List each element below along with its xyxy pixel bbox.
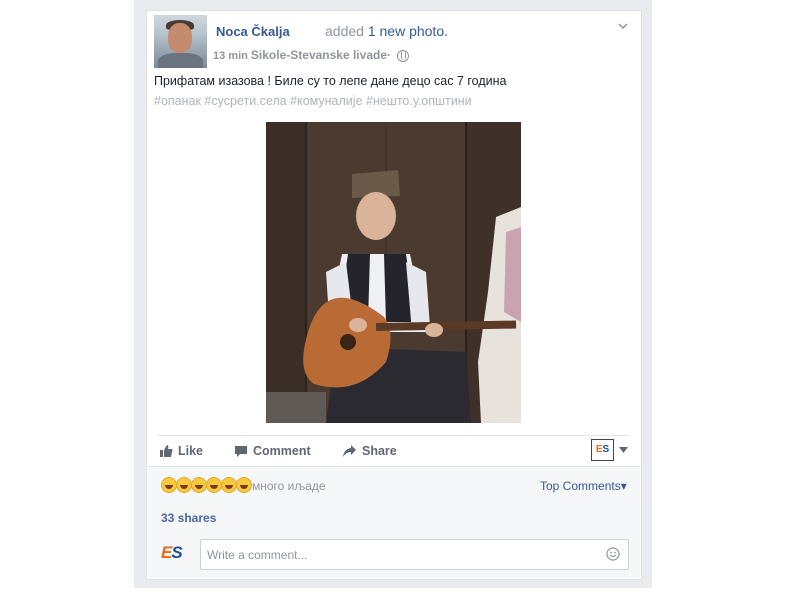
comment-input[interactable]: Write a comment... — [200, 539, 629, 570]
smile-icon[interactable] — [606, 547, 620, 561]
like-icon — [160, 445, 173, 457]
like-button[interactable]: Like — [159, 444, 203, 458]
share-icon — [343, 445, 356, 457]
es-badge-s: S — [602, 444, 610, 455]
photo-illustration — [266, 122, 521, 423]
reactions-row: много иљаде Top Comments▾ — [148, 466, 640, 506]
post-hashtags[interactable]: #опанак #сусрети.села #комуналије #нешто… — [154, 94, 472, 108]
shares-row: 33 shares — [148, 504, 640, 533]
share-label: Share — [362, 444, 397, 458]
post-location[interactable]: Sikole-Stevanske livade· — [251, 48, 391, 62]
post-timestamp[interactable]: 13 min — [213, 50, 248, 62]
haha-emoji-icon[interactable] — [221, 477, 237, 493]
author-name-link[interactable]: Noca Čkalja — [216, 24, 290, 39]
post-actions-bar: Like Comment Share ES — [157, 435, 630, 466]
commenter-avatar-logo: ES — [161, 543, 183, 563]
post-card: Noca Čkalja added 1 new photo. 13 min Si… — [146, 10, 642, 580]
haha-emoji-icon[interactable] — [176, 477, 192, 493]
new-photo-link[interactable]: 1 new photo. — [368, 23, 448, 39]
globe-icon — [397, 50, 410, 63]
post-text: Прифатам изазова ! Биле су то лепе дане … — [154, 74, 507, 88]
author-avatar[interactable] — [154, 15, 207, 68]
shares-count-link[interactable]: 33 shares — [161, 511, 216, 525]
comment-label: Comment — [253, 444, 311, 458]
es-logo-s: S — [171, 543, 182, 562]
post-photo[interactable] — [266, 122, 521, 423]
like-label: Like — [178, 444, 204, 458]
haha-emoji-icon[interactable] — [206, 477, 222, 493]
comment-composer: ES Write a comment... — [148, 532, 640, 578]
comment-icon — [235, 446, 247, 457]
share-button[interactable]: Share — [342, 444, 397, 458]
top-comments-dropdown[interactable]: Top Comments▾ — [540, 479, 627, 493]
comment-placeholder: Write a comment... — [207, 548, 308, 562]
haha-emoji-icon[interactable] — [236, 477, 252, 493]
action-prefix: added — [325, 23, 364, 39]
reactions-count[interactable]: много иљаде — [252, 479, 326, 493]
chevron-down-icon[interactable] — [618, 21, 628, 31]
avatar-shirt — [158, 53, 203, 68]
haha-emoji-icon[interactable] — [161, 477, 177, 493]
es-logo-e: E — [161, 543, 172, 562]
comment-button[interactable]: Comment — [234, 444, 311, 458]
haha-emoji-icon[interactable] — [191, 477, 207, 493]
avatar-face — [168, 23, 192, 53]
post-meta: 13 min Sikole-Stevanske livade· — [213, 48, 410, 63]
caret-down-icon[interactable] — [619, 447, 628, 453]
es-page-badge[interactable]: ES — [591, 439, 614, 461]
top-comments-label: Top Comments — [540, 479, 621, 493]
es-badge-e: E — [595, 444, 603, 455]
post-action-text: added 1 new photo. — [325, 23, 448, 39]
